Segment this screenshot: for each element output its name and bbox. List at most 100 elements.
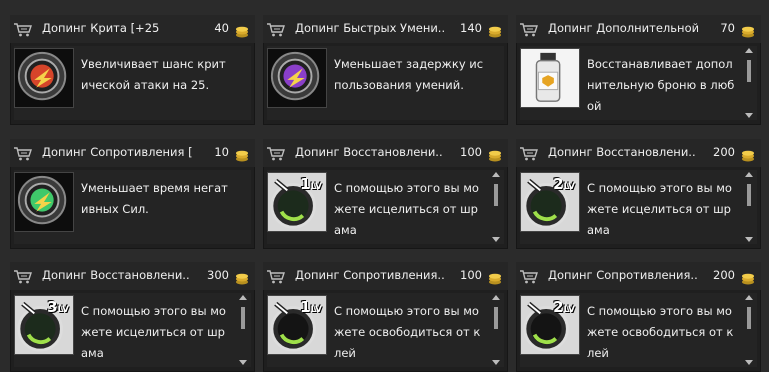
resist-potion-icon[interactable]: 2LV SHOP xyxy=(520,295,580,355)
cart-icon[interactable] xyxy=(14,269,32,284)
shop-item-grid: Допинг Крита [+25 40 SHOP Увеличивает ша… xyxy=(0,0,769,372)
shop-item-card[interactable]: Допинг Крита [+25 40 SHOP Увеличивает ша… xyxy=(10,15,255,125)
scroll-thumb[interactable] xyxy=(747,60,751,82)
shop-item-card[interactable]: Допинг Дополнительной.. 70 SHOP Восстана… xyxy=(516,15,761,125)
shop-item-card[interactable]: Допинг Сопротивления.. 200 2LV SHOP С по… xyxy=(516,262,761,372)
scroll-down-icon[interactable] xyxy=(239,360,247,365)
item-price: 100 xyxy=(460,145,482,159)
cart-icon[interactable] xyxy=(520,22,538,37)
shop-item-card[interactable]: Допинг Восстановлени.. 100 1LV SHOP С по… xyxy=(263,139,508,249)
recovery-potion-icon[interactable]: 1LV SHOP xyxy=(267,172,327,232)
coin-icon xyxy=(741,270,755,285)
item-price: 100 xyxy=(460,268,482,282)
scroll-thumb[interactable] xyxy=(241,307,245,329)
item-description: Уменьшает задержку использования умений. xyxy=(334,57,484,92)
shop-item-card[interactable]: Допинг Сопротивления [.. 10 SHOP Уменьша… xyxy=(10,139,255,249)
scroll-down-icon[interactable] xyxy=(492,237,500,242)
scroll-up-icon[interactable] xyxy=(492,172,500,177)
item-name: Допинг Сопротивления [.. xyxy=(42,145,192,159)
cart-icon[interactable] xyxy=(267,146,285,161)
item-name: Допинг Восстановлени.. xyxy=(42,268,190,282)
coin-icon xyxy=(235,23,249,38)
coin-icon xyxy=(235,147,249,162)
item-price: 10 xyxy=(214,145,229,159)
card-header: Допинг Крита [+25 40 xyxy=(10,15,255,43)
item-description: С помощью этого вы можете исцелиться от … xyxy=(587,181,732,237)
level-badge: 1LV xyxy=(300,175,322,193)
coin-icon xyxy=(741,23,755,38)
card-header: Допинг Восстановлени.. 200 xyxy=(516,139,761,167)
item-description: С помощью этого вы можете исцелиться от … xyxy=(81,304,226,360)
card-body: SHOP Увеличивает шанс критической атаки … xyxy=(14,46,251,120)
card-body: 2LV SHOP С помощью этого вы можете исцел… xyxy=(520,170,757,244)
level-badge: 3LV xyxy=(47,298,69,316)
scroll-down-icon[interactable] xyxy=(745,360,753,365)
item-description: С помощью этого вы можете освободиться о… xyxy=(334,304,481,360)
card-body: SHOP Уменьшает время негативных Сил. xyxy=(14,170,251,244)
item-description: Восстанавливает дополнительную броню в л… xyxy=(587,57,735,113)
item-price: 70 xyxy=(720,21,735,35)
card-body: 3LV SHOP С помощью этого вы можете исцел… xyxy=(14,293,251,367)
scroll-up-icon[interactable] xyxy=(745,172,753,177)
cart-icon[interactable] xyxy=(267,22,285,37)
card-header: Допинг Восстановлени.. 100 xyxy=(263,139,508,167)
resist-potion-icon[interactable]: 1LV SHOP xyxy=(267,295,327,355)
level-badge: 2LV xyxy=(553,298,575,316)
description-scrollbar[interactable] xyxy=(492,293,500,367)
shop-item-card[interactable]: Допинг Сопротивления.. 100 1LV SHOP С по… xyxy=(263,262,508,372)
cart-icon[interactable] xyxy=(14,146,32,161)
item-price: 200 xyxy=(713,145,735,159)
card-header: Допинг Дополнительной.. 70 xyxy=(516,15,761,43)
item-price: 300 xyxy=(207,268,229,282)
item-description: Увеличивает шанс критической атаки на 25… xyxy=(81,57,226,92)
shop-item-card[interactable]: Допинг Восстановлени.. 300 3LV SHOP С по… xyxy=(10,262,255,372)
scroll-down-icon[interactable] xyxy=(492,360,500,365)
shop-item-card[interactable]: Допинг Быстрых Умени.. 140 SHOP Уменьшае… xyxy=(263,15,508,125)
scroll-thumb[interactable] xyxy=(747,307,751,329)
speed-doping-icon[interactable]: SHOP xyxy=(267,48,327,108)
item-name: Допинг Восстановлени.. xyxy=(295,145,443,159)
card-body: SHOP Уменьшает задержку использования ум… xyxy=(267,46,504,120)
coin-icon xyxy=(488,147,502,162)
item-name: Допинг Дополнительной.. xyxy=(548,21,698,35)
scroll-down-icon[interactable] xyxy=(745,113,753,118)
resist-doping-icon[interactable]: SHOP xyxy=(14,172,74,232)
cart-icon[interactable] xyxy=(14,22,32,37)
cart-icon[interactable] xyxy=(520,269,538,284)
armor-bottle-icon[interactable]: SHOP xyxy=(520,48,580,108)
cart-icon[interactable] xyxy=(520,146,538,161)
crit-doping-icon[interactable]: SHOP xyxy=(14,48,74,108)
description-scrollbar[interactable] xyxy=(745,170,753,244)
shop-item-card[interactable]: Допинг Восстановлени.. 200 2LV SHOP С по… xyxy=(516,139,761,249)
item-price: 140 xyxy=(460,21,482,35)
description-scrollbar[interactable] xyxy=(492,170,500,244)
card-body: 1LV SHOP С помощью этого вы можете исцел… xyxy=(267,170,504,244)
card-body: 2LV SHOP С помощью этого вы можете освоб… xyxy=(520,293,757,367)
item-description: С помощью этого вы можете исцелиться от … xyxy=(334,181,479,237)
scroll-thumb[interactable] xyxy=(494,184,498,206)
level-badge: 2LV xyxy=(553,175,575,193)
description-scrollbar[interactable] xyxy=(745,293,753,367)
description-scrollbar[interactable] xyxy=(745,46,753,120)
scroll-down-icon[interactable] xyxy=(745,237,753,242)
scroll-up-icon[interactable] xyxy=(745,48,753,53)
recovery-potion-icon[interactable]: 2LV SHOP xyxy=(520,172,580,232)
item-name: Допинг Восстановлени.. xyxy=(548,145,696,159)
scroll-up-icon[interactable] xyxy=(492,295,500,300)
scroll-thumb[interactable] xyxy=(494,307,498,329)
recovery-potion-icon[interactable]: 3LV SHOP xyxy=(14,295,74,355)
item-name: Допинг Сопротивления.. xyxy=(295,268,445,282)
coin-icon xyxy=(488,23,502,38)
card-header: Допинг Сопротивления.. 100 xyxy=(263,262,508,290)
scroll-up-icon[interactable] xyxy=(239,295,247,300)
card-body: 1LV SHOP С помощью этого вы можете освоб… xyxy=(267,293,504,367)
cart-icon[interactable] xyxy=(267,269,285,284)
scroll-up-icon[interactable] xyxy=(745,295,753,300)
item-name: Допинг Быстрых Умени.. xyxy=(295,21,445,35)
scroll-thumb[interactable] xyxy=(747,184,751,206)
card-body: SHOP Восстанавливает дополнительную брон… xyxy=(520,46,757,120)
item-price: 40 xyxy=(214,21,229,35)
level-badge: 1LV xyxy=(300,298,322,316)
coin-icon xyxy=(741,147,755,162)
description-scrollbar[interactable] xyxy=(239,293,247,367)
